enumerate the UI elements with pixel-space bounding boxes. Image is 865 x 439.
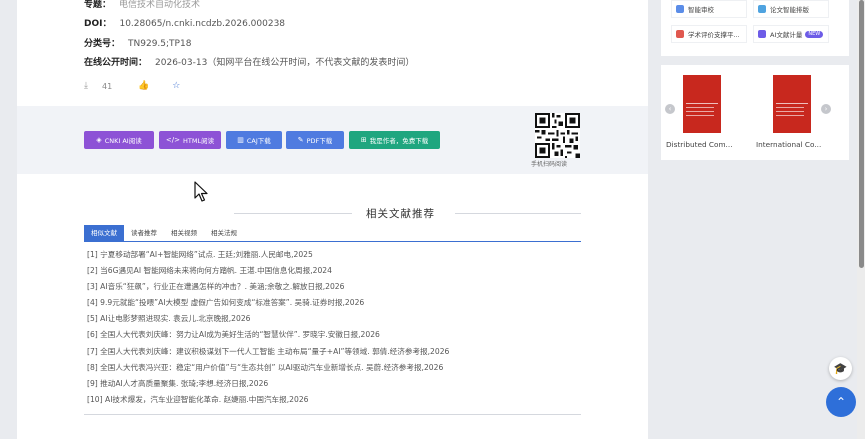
classification-label: 分类号： [84, 39, 121, 49]
related-header: 相关文献推荐 [84, 206, 581, 220]
book-carousel: Distributed Com... International Co... ‹… [661, 65, 849, 160]
related-title: 相关文献推荐 [366, 208, 435, 220]
header-divider-left [234, 213, 352, 214]
special-label: 专题： [84, 0, 112, 10]
publish-time-value: 2026-03-13（知网平台在线公开时间，不代表文献的发表时间） [155, 58, 415, 68]
list-item[interactable]: [6] 全国人大代表刘庆峰：努力让AI成为美好生活的“智慧伙伴”. 罗晓宇.安徽… [87, 327, 582, 343]
list-item[interactable]: [8] 全国人大代表冯兴亚：稳定“用户价值”与“生态共创” 以AI驱动汽车业新增… [87, 360, 582, 376]
qr-code-caption: 手机扫码阅读 [531, 161, 568, 168]
tool-ai-bibliometrics[interactable]: AI文献计量 NEW [753, 25, 829, 43]
ai-icon: ◈ [96, 136, 102, 144]
like-icon[interactable]: 👍 [138, 81, 149, 91]
book-title: International Co... [756, 140, 822, 149]
tool-paper-layout[interactable]: 论文智能排版 [753, 0, 829, 18]
tool-smart-proofread[interactable]: 智能审校 [671, 0, 747, 18]
cnki-ai-read-button[interactable]: ◈ CNKI AI阅读 [84, 131, 154, 149]
list-item[interactable]: [10] AI技术爆发，汽车业迎智能化革命. 赵婕丽.中国汽车报,2026 [87, 392, 582, 408]
caj-download-button[interactable]: ▥ CAJ下载 [226, 131, 282, 149]
tool-academic-evaluation[interactable]: 学术评价支撑平... [671, 25, 747, 43]
doi-row: DOI： 10.28065/n.cnki.ncdzb.2026.000238 [84, 16, 285, 29]
html-read-button[interactable]: </> HTML阅读 [159, 131, 221, 149]
carousel-next-icon[interactable]: › [821, 104, 831, 114]
list-item[interactable]: [7] 全国人大代表刘庆峰：建议积极谋划下一代人工智能 主动布局“量子+AI”等… [87, 344, 582, 360]
scholar-hat-icon[interactable]: 🎓 [829, 357, 852, 380]
star-icon[interactable]: ☆ [172, 81, 182, 91]
tool-label: 智能审校 [688, 6, 714, 14]
book-icon: ▥ [237, 136, 244, 144]
mouse-cursor-icon [194, 181, 208, 202]
new-badge: NEW [805, 30, 824, 38]
carousel-prev-icon[interactable]: ‹ [665, 104, 675, 114]
pdf-download-label: PDF下载 [306, 137, 333, 145]
qr-code-image [535, 113, 580, 158]
tab-related-regulations[interactable]: 相关法规 [204, 225, 244, 241]
book-cover-image [683, 75, 721, 133]
download-count-icon: ⤓ [84, 81, 88, 91]
publish-time-row: 在线公开时间： 2026-03-13（知网平台在线公开时间，不代表文献的发表时间） [84, 55, 414, 68]
code-icon: </> [165, 136, 180, 144]
doi-value[interactable]: 10.28065/n.cnki.ncdzb.2026.000238 [119, 19, 285, 29]
tool-label: 学术评价支撑平... [688, 31, 740, 39]
layout-icon [758, 5, 766, 13]
header-divider-right [455, 213, 581, 214]
article-stats: ⤓ 41 👍 ☆ [84, 80, 190, 92]
related-list: [1] 宁夏移动部署“AI+智能网络”试点. 王廷;刘雅丽.人民邮电,2025 … [87, 247, 582, 408]
tab-related-videos[interactable]: 相关视频 [164, 225, 204, 241]
author-free-download-label: 我是作者，免费下载 [369, 137, 429, 145]
scrollbar-thumb[interactable] [859, 0, 864, 268]
book-card[interactable]: Distributed Com... [661, 65, 747, 160]
author-free-download-button[interactable]: ⊞ 我是作者，免费下载 [349, 131, 440, 149]
pdf-icon: ✎ [297, 136, 304, 144]
list-item[interactable]: [9] 推动AI人才高质量聚集. 张琦;李想.经济日报,2026 [87, 376, 582, 392]
list-item[interactable]: [1] 宁夏移动部署“AI+智能网络”试点. 王廷;刘雅丽.人民邮电,2025 [87, 247, 582, 263]
publish-time-label: 在线公开时间： [84, 58, 148, 68]
tab-similar-literature[interactable]: 相似文献 [84, 225, 124, 241]
list-item[interactable]: [2] 当6G遇见AI 智能网络未来将向何方踏帆. 王湛.中国信息化周报,202… [87, 263, 582, 279]
doi-label: DOI： [84, 19, 112, 29]
html-read-label: HTML阅读 [183, 137, 215, 145]
special-value: 电信技术自动化技术 [119, 0, 201, 10]
list-item[interactable]: [3] AI音乐“狂飙”，行业正在遭遇怎样的冲击？. 美涵;余敬之.解放日报,2… [87, 279, 582, 295]
tab-reader-recommend[interactable]: 读者推荐 [124, 225, 164, 241]
evaluation-icon [676, 30, 684, 38]
list-item[interactable]: [4] 9.9元就能“投喂”AI大模型 虚假广告如何变成“标准答案”. 吴骑.证… [87, 295, 582, 311]
action-band: ◈ CNKI AI阅读 </> HTML阅读 ▥ CAJ下载 ✎ PDF下载 ⊞ 我是作者… [17, 106, 648, 174]
download-icon: ⊞ [360, 136, 367, 144]
special-row: 专题： 电信技术自动化技术 [84, 0, 200, 10]
pdf-download-button[interactable]: ✎ PDF下载 [286, 131, 344, 149]
tool-label: 论文智能排版 [770, 6, 809, 14]
book-cover-image [773, 75, 811, 133]
back-to-top-icon[interactable]: ⌃ [826, 387, 856, 417]
cnki-ai-read-label: CNKI AI阅读 [104, 137, 142, 145]
proofread-icon [676, 5, 684, 13]
bibliometrics-icon [758, 30, 766, 38]
tool-label: AI文献计量 [770, 31, 803, 39]
related-tabs: 相似文献 读者推荐 相关视频 相关法规 [84, 225, 581, 242]
sidebar-tools: 智能审校 论文智能排版 学术评价支撑平... AI文献计量 NEW [661, 0, 849, 56]
list-item[interactable]: [5] AI让电影梦照进现实. 袁云儿.北京晚报,2026 [87, 311, 582, 327]
classification-row: 分类号： TN929.5;TP18 [84, 36, 191, 49]
article-panel: 专题： 电信技术自动化技术 DOI： 10.28065/n.cnki.ncdzb.2… [17, 0, 648, 439]
related-bottom-divider [84, 414, 581, 415]
download-count: 41 [102, 81, 113, 91]
book-title: Distributed Com... [666, 140, 733, 149]
classification-value: TN929.5;TP18 [128, 39, 192, 49]
caj-download-label: CAJ下载 [246, 137, 271, 145]
